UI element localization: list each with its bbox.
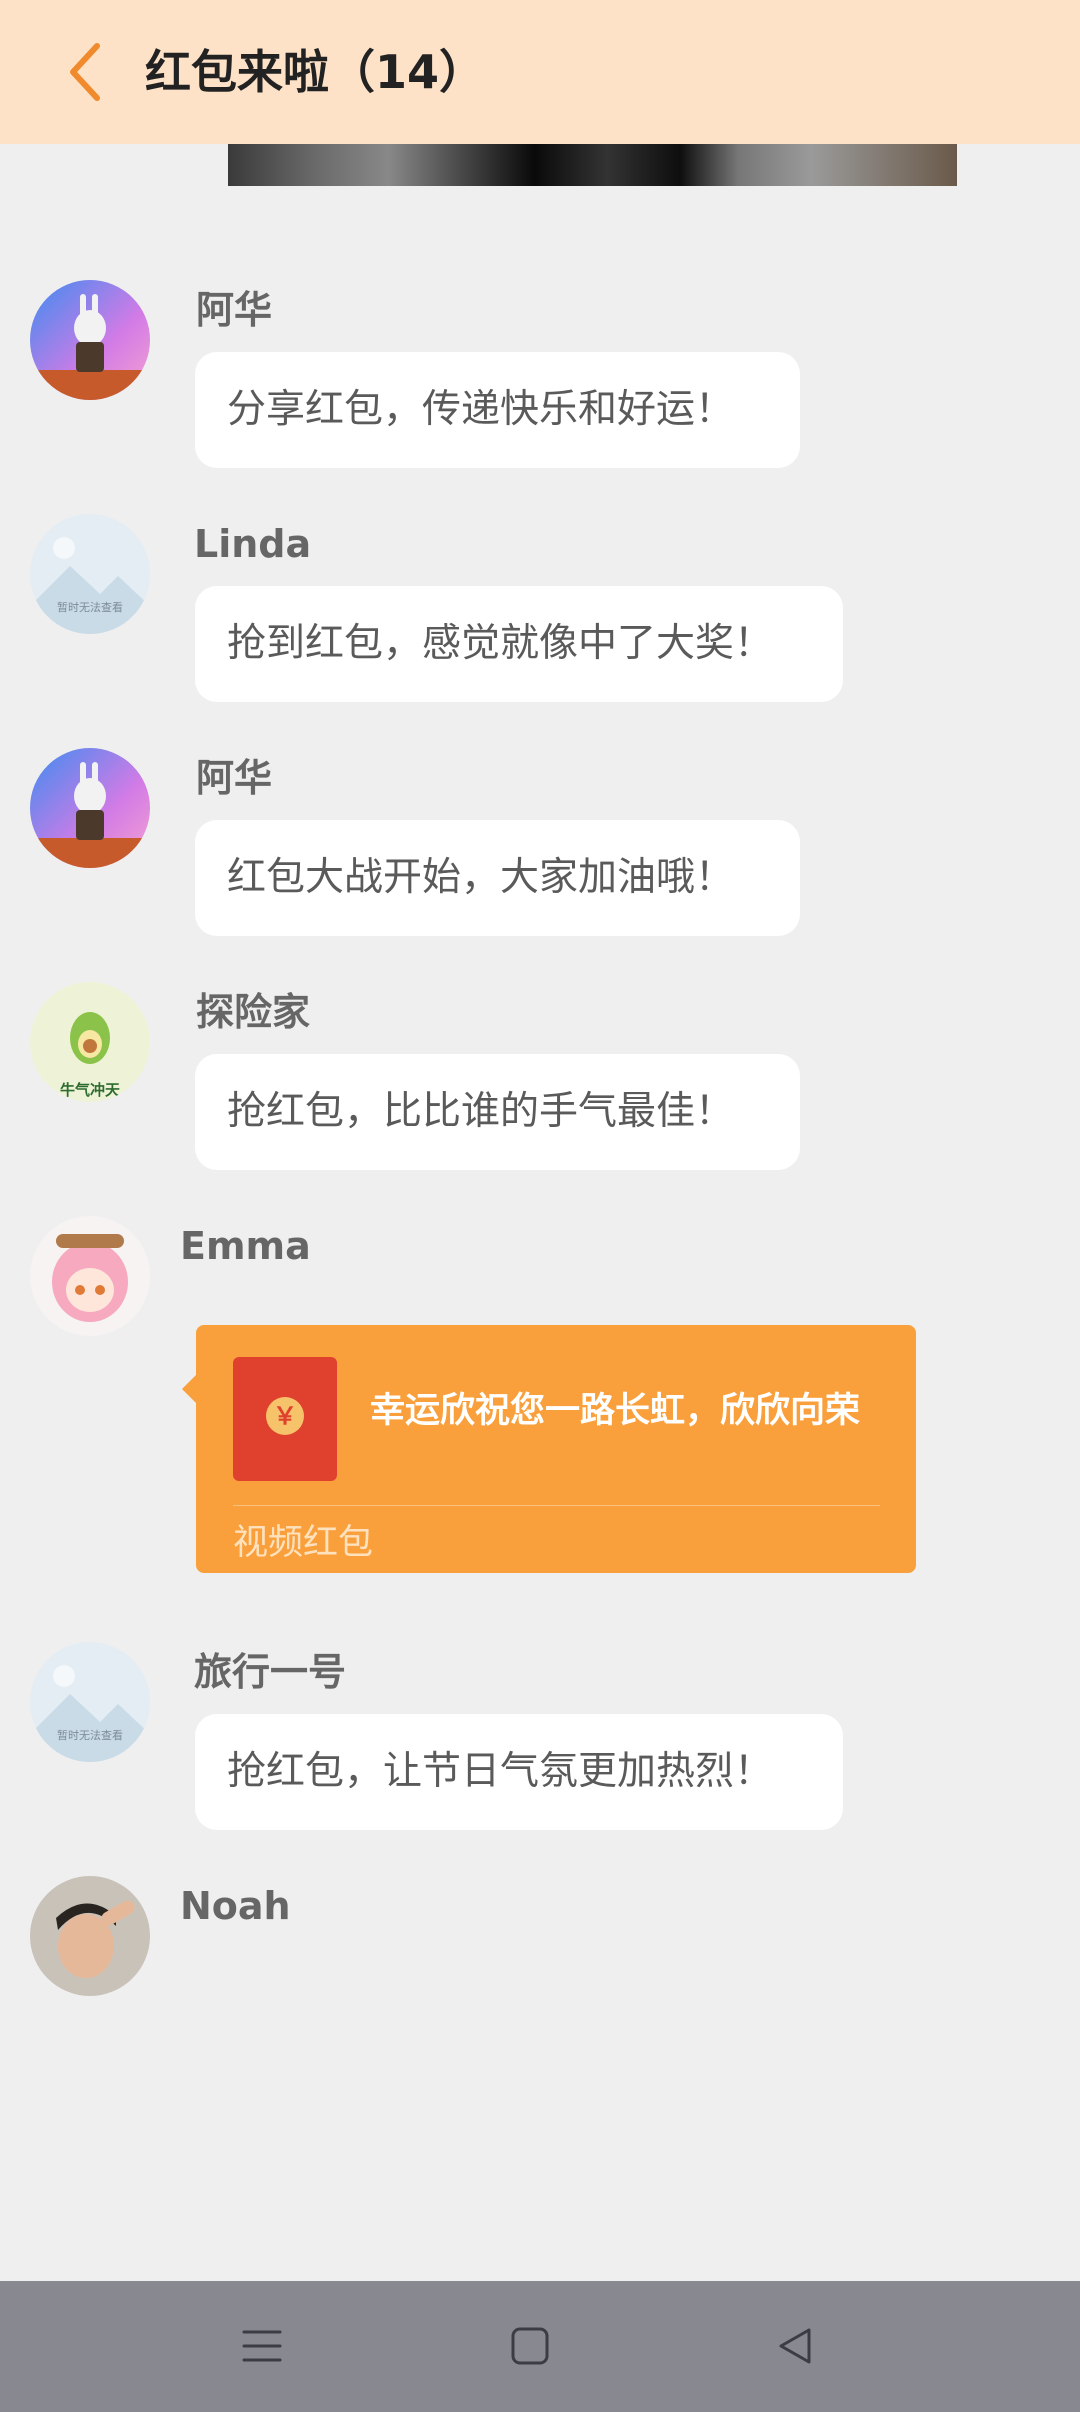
message-bubble[interactable]: 抢红包，让节日气氛更加热烈！ — [195, 1714, 843, 1830]
avatar-noah[interactable] — [30, 1876, 150, 1996]
child-photo-avatar-icon — [30, 1876, 150, 1996]
divider — [233, 1505, 880, 1506]
system-nav-bar — [0, 2281, 1080, 2412]
menu-button[interactable] — [227, 2311, 297, 2381]
red-packet-type: 视频红包 — [233, 1523, 374, 1563]
red-envelope-icon: ￥ — [233, 1357, 337, 1481]
red-packet-card[interactable]: ￥ 幸运欣祝您一路长虹，欣欣向荣 视频红包 — [182, 1325, 916, 1573]
avatar-ahua[interactable] — [30, 280, 150, 400]
rabbit-avatar-icon — [30, 280, 150, 400]
avatar-emma[interactable] — [30, 1216, 150, 1336]
message-bubble[interactable]: 抢到红包，感觉就像中了大奖！ — [195, 586, 843, 702]
sender-name: 阿华 — [196, 288, 273, 332]
image-placeholder-icon: 暂时无法查看 — [30, 1642, 150, 1762]
top-bar: 红包来啦（14） — [0, 0, 1080, 144]
sender-name: Linda — [194, 522, 312, 566]
avocado-avatar-icon: 牛气冲天 — [30, 982, 150, 1102]
menu-icon — [242, 2330, 282, 2362]
sender-name: 探险家 — [196, 990, 311, 1034]
message-bubble[interactable]: 分享红包，传递快乐和好运！ — [195, 352, 800, 468]
avatar-placeholder-text: 暂时无法查看 — [57, 600, 123, 614]
message-bubble[interactable]: 红包大战开始，大家加油哦！ — [195, 820, 800, 936]
page-title: 红包来啦（14） — [145, 45, 486, 99]
home-button[interactable] — [495, 2311, 565, 2381]
sender-name: 阿华 — [196, 756, 273, 800]
back-arrow-icon — [70, 43, 100, 101]
avatar-explorer[interactable]: 牛气冲天 — [30, 982, 150, 1102]
sender-name: 旅行一号 — [194, 1650, 347, 1694]
video-preview-strip[interactable] — [228, 144, 957, 186]
sender-name: Emma — [180, 1224, 311, 1268]
rabbit-avatar-icon — [30, 748, 150, 868]
back-button[interactable] — [50, 36, 120, 108]
home-square-icon — [511, 2327, 549, 2365]
coin-icon: ￥ — [266, 1397, 304, 1435]
red-packet-greeting: 幸运欣祝您一路长虹，欣欣向荣 — [370, 1391, 861, 1431]
avatar-placeholder-text: 暂时无法查看 — [57, 1728, 123, 1742]
back-triangle-icon — [779, 2328, 811, 2364]
avatar-badge-text: 牛气冲天 — [60, 1081, 121, 1099]
sender-name: Noah — [180, 1884, 291, 1928]
avatar-ahua[interactable] — [30, 748, 150, 868]
back-nav-button[interactable] — [760, 2311, 830, 2381]
avatar-traveler[interactable]: 暂时无法查看 — [30, 1642, 150, 1762]
image-placeholder-icon: 暂时无法查看 — [30, 514, 150, 634]
message-bubble[interactable]: 抢红包，比比谁的手气最佳！ — [195, 1054, 800, 1170]
avatar-linda[interactable]: 暂时无法查看 — [30, 514, 150, 634]
anime-girl-avatar-icon — [30, 1216, 150, 1336]
